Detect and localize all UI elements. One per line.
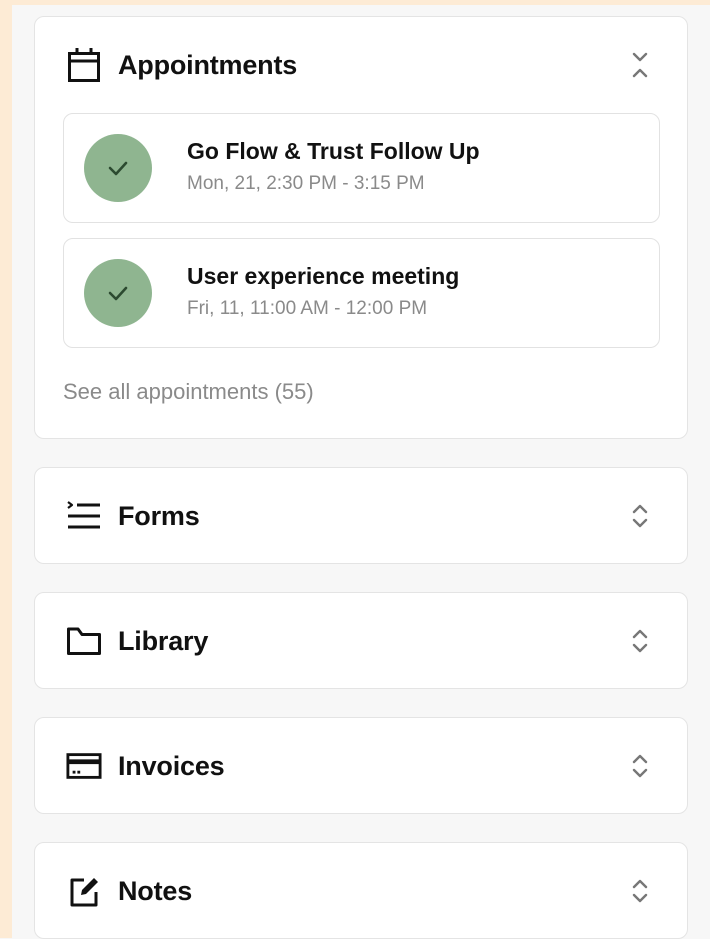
calendar-icon <box>66 47 102 83</box>
invoices-title: Invoices <box>118 750 225 781</box>
appointments-header[interactable]: Appointments <box>35 17 687 113</box>
appointments-card: Appointments Go Flow & Trust Follow Up M… <box>34 16 688 439</box>
folder-icon <box>66 623 102 659</box>
forms-card: Forms <box>34 467 688 564</box>
expand-chevron-icon[interactable] <box>631 627 649 655</box>
edit-note-icon <box>66 873 102 909</box>
expand-chevron-icon[interactable] <box>631 752 649 780</box>
appointment-time: Fri, 11, 11:00 AM - 12:00 PM <box>187 298 428 319</box>
credit-card-icon <box>66 748 102 784</box>
library-title: Library <box>118 625 209 656</box>
appointment-time: Mon, 21, 2:30 PM - 3:15 PM <box>187 173 425 194</box>
forms-title: Forms <box>118 500 200 531</box>
library-card: Library <box>34 592 688 689</box>
top-panel-edge <box>0 0 710 5</box>
collapse-chevron-icon[interactable] <box>631 51 649 79</box>
left-panel-edge <box>0 0 12 938</box>
completed-check-icon <box>84 259 152 327</box>
invoices-card: Invoices <box>34 717 688 814</box>
appointment-title: User experience meeting <box>187 263 460 289</box>
expand-chevron-icon[interactable] <box>631 877 649 905</box>
see-all-appointments-link[interactable]: See all appointments (55) <box>63 379 314 405</box>
appointment-item[interactable]: Go Flow & Trust Follow Up Mon, 21, 2:30 … <box>63 113 660 223</box>
appointment-title: Go Flow & Trust Follow Up <box>187 138 480 164</box>
list-icon <box>66 498 102 534</box>
notes-header[interactable]: Notes <box>35 843 687 939</box>
appointments-title: Appointments <box>118 49 298 80</box>
invoices-header[interactable]: Invoices <box>35 718 687 814</box>
notes-title: Notes <box>118 875 193 906</box>
completed-check-icon <box>84 134 152 202</box>
appointment-item[interactable]: User experience meeting Fri, 11, 11:00 A… <box>63 238 660 348</box>
expand-chevron-icon[interactable] <box>631 502 649 530</box>
forms-header[interactable]: Forms <box>35 468 687 564</box>
notes-card: Notes <box>34 842 688 939</box>
library-header[interactable]: Library <box>35 593 687 689</box>
